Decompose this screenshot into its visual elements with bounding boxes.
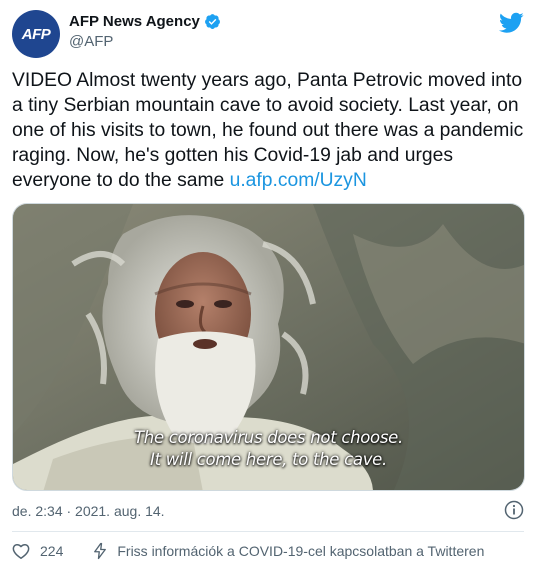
author-handle[interactable]: @AFP [69, 33, 221, 50]
tweet-text: VIDEO Almost twenty years ago, Panta Pet… [12, 68, 527, 193]
author-names: AFP News Agency @AFP [69, 13, 221, 50]
tweet-timestamp[interactable]: de. 2:34 · 2021. aug. 14. [12, 503, 165, 519]
name-row: AFP News Agency [69, 13, 221, 30]
video-player[interactable]: The coronavirus does not choose. It will… [12, 203, 525, 491]
verified-badge-icon [204, 14, 220, 29]
divider [12, 531, 524, 532]
avatar[interactable]: AFP [12, 10, 60, 58]
heart-icon[interactable] [12, 542, 30, 560]
tweet-link[interactable]: u.afp.com/UzyN [230, 170, 367, 191]
subtitle-line-2: It will come here, to the cave. [150, 450, 387, 469]
tweet-header: AFP AFP News Agency @AFP [12, 8, 524, 58]
twitter-bird-icon[interactable] [499, 12, 524, 34]
covid-info-link[interactable]: Friss információk a COVID-19-cel kapcsol… [117, 543, 484, 559]
lightning-bolt-icon [94, 542, 107, 560]
video-subtitle: The coronavirus does not choose. It will… [13, 427, 524, 471]
author-name[interactable]: AFP News Agency [69, 13, 200, 30]
info-icon[interactable] [504, 500, 524, 520]
like-count[interactable]: 224 [40, 543, 63, 559]
avatar-text: AFP [21, 25, 51, 43]
subtitle-line-1: The coronavirus does not choose. [134, 428, 403, 447]
tweet-actions: 224 Friss információk a COVID-19-cel kap… [12, 542, 484, 560]
